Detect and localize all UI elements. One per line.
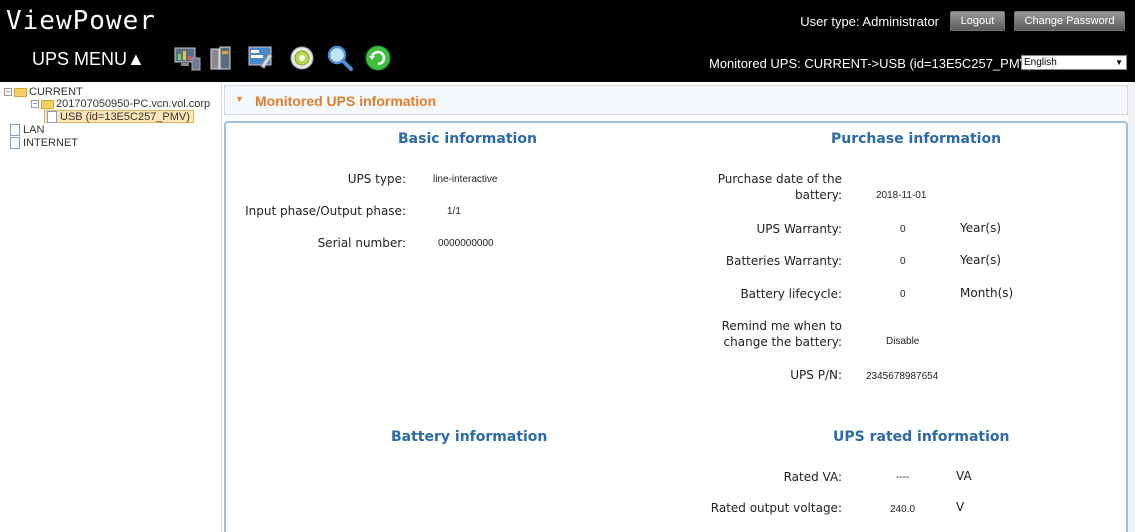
user-type-label: User type: Administrator [800, 14, 939, 29]
ups-warranty-value: 0 [900, 224, 906, 235]
tree-node-lan[interactable]: LAN [10, 124, 44, 136]
refresh-icon[interactable] [364, 44, 392, 72]
ups-menu-button[interactable]: UPS MENU▲ [32, 49, 145, 70]
tree-node-current-label: CURRENT [29, 86, 83, 98]
rated-va-unit: VA [956, 469, 972, 483]
ups-info-content: Basic information UPS type: line-interac… [224, 121, 1128, 532]
folder-icon [14, 87, 27, 97]
app-window: ViewPower UPS MENU▲ User type: Administr… [0, 0, 1135, 532]
battery-lifecycle-label: Battery lifecycle: [740, 287, 842, 301]
document-icon [10, 124, 20, 136]
tree-node-internet[interactable]: INTERNET [10, 137, 78, 149]
settings-tools-icon[interactable] [247, 44, 275, 72]
tree-node-lan-label: LAN [23, 124, 45, 136]
dropdown-arrow-icon: ▼ [1115, 58, 1123, 67]
folder-icon [41, 99, 54, 109]
monitor-chart-icon[interactable] [173, 44, 201, 72]
rated-va-value: ---- [896, 472, 910, 483]
ups-type-label: UPS type: [347, 172, 406, 186]
purchase-date-value: 2018-11-01 [876, 190, 927, 201]
panel-header[interactable]: ▼ Monitored UPS information [224, 85, 1128, 115]
battery-lifecycle-unit: Month(s) [960, 286, 1014, 300]
phase-value: 1/1 [447, 206, 461, 217]
tree-node-current[interactable]: − CURRENT [4, 86, 83, 98]
remind-label: Remind me when to change the battery: [721, 319, 842, 349]
rated-voltage-unit: V [956, 500, 965, 514]
header-bar: ViewPower UPS MENU▲ User type: Administr… [0, 0, 1135, 82]
rated-va-label: Rated VA: [783, 470, 842, 484]
tree-node-pc-label: 201707050950-PC.vcn.vol.corp [56, 98, 211, 110]
basic-info-title: Basic information [398, 131, 537, 147]
battery-warranty-value: 0 [900, 256, 906, 267]
purchase-date-label: Purchase date of the battery: [717, 172, 842, 202]
ups-pn-value: 2345678987654 [866, 371, 939, 382]
document-icon [10, 137, 20, 149]
battery-warranty-label: Batteries Warranty: [725, 254, 842, 268]
ups-pn-label: UPS P/N: [790, 368, 842, 382]
search-icon[interactable] [326, 44, 354, 72]
rated-voltage-value: 240.0 [890, 504, 916, 515]
device-tree: − CURRENT − 201707050950-PC.vcn.vol.corp… [0, 82, 222, 532]
purchase-info-title: Purchase information [831, 131, 1002, 147]
ups-warranty-unit: Year(s) [960, 221, 1002, 235]
phase-label: Input phase/Output phase: [245, 204, 406, 218]
serial-value: 0000000000 [438, 238, 494, 249]
vertical-scrollbar[interactable] [1128, 82, 1135, 532]
battery-lifecycle-value: 0 [900, 289, 906, 300]
panel-title: Monitored UPS information [255, 93, 437, 109]
tree-node-usb-label: USB (id=13E5C257_PMV) [60, 110, 190, 123]
document-icon [47, 110, 57, 123]
remind-value: Disable [886, 336, 920, 347]
language-value: English [1024, 57, 1057, 68]
rated-voltage-label: Rated output voltage: [710, 501, 842, 515]
tree-node-pc[interactable]: − 201707050950-PC.vcn.vol.corp [31, 98, 210, 110]
language-select[interactable]: English ▼ [1021, 55, 1127, 70]
tree-node-usb[interactable]: USB (id=13E5C257_PMV) [44, 110, 194, 123]
tree-node-internet-label: INTERNET [23, 137, 78, 149]
ups-device-icon[interactable] [207, 44, 235, 72]
logout-button[interactable]: Logout [950, 11, 1005, 31]
ups-type-value: line-interactive [433, 174, 498, 185]
monitored-ups-label: Monitored UPS: CURRENT->USB (id=13E5C257… [709, 56, 1033, 71]
gear-icon[interactable] [288, 44, 316, 72]
collapse-toggle-icon[interactable]: − [31, 100, 39, 108]
app-logo: ViewPower [6, 6, 156, 36]
ups-warranty-label: UPS Warranty: [756, 222, 843, 236]
battery-warranty-unit: Year(s) [960, 253, 1002, 267]
serial-label: Serial number: [317, 236, 406, 250]
collapse-toggle-icon[interactable]: − [4, 88, 12, 96]
change-password-button[interactable]: Change Password [1014, 11, 1125, 31]
rated-info-title: UPS rated information [833, 429, 1010, 445]
collapse-arrow-icon[interactable]: ▼ [235, 94, 244, 104]
battery-info-title: Battery information [391, 429, 548, 445]
